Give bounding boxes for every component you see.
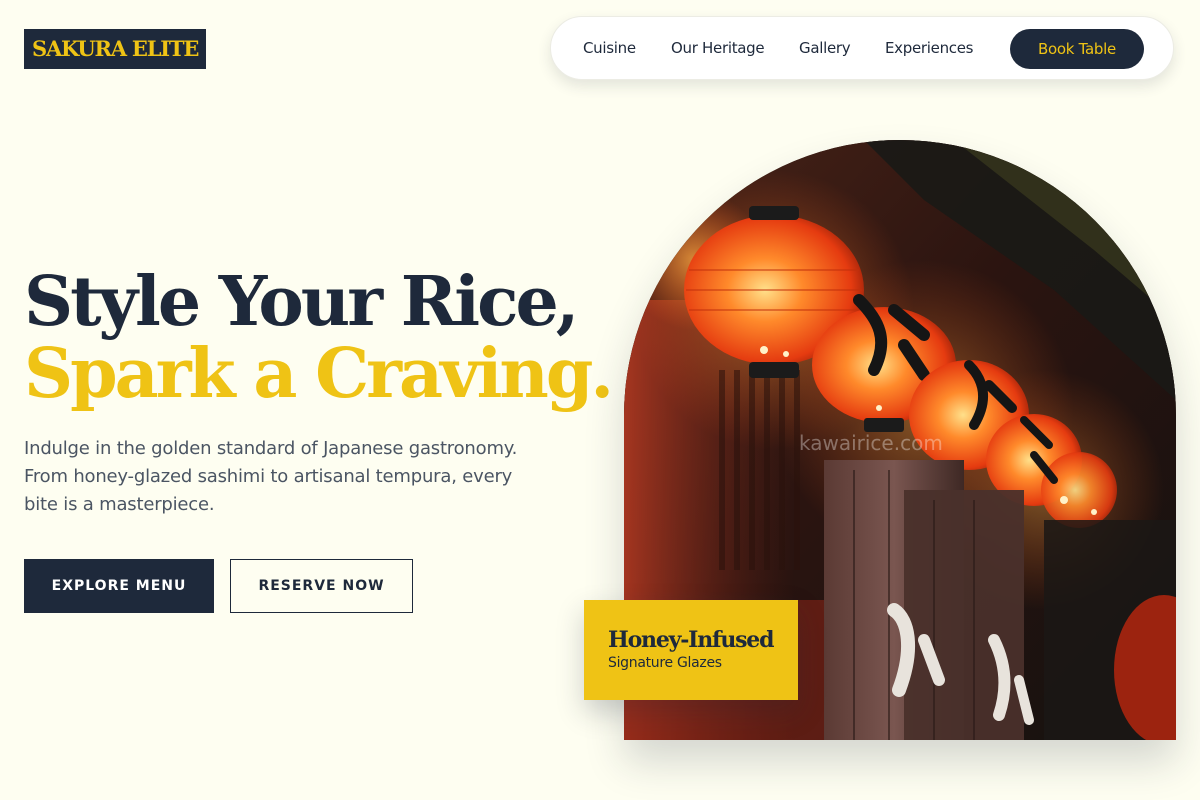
hero-title: Style Your Rice, Spark a Craving.: [24, 262, 614, 414]
honey-infused-badge: Honey-Infused Signature Glazes: [584, 600, 798, 700]
nav-link-our-heritage[interactable]: Our Heritage: [671, 17, 765, 79]
hero-title-line-1: Style Your Rice,: [24, 262, 579, 342]
hero-description: Indulge in the golden standard of Japane…: [24, 438, 518, 515]
explore-menu-button[interactable]: EXPLORE MENU: [24, 559, 214, 613]
image-watermark: kawairice.com: [799, 431, 943, 455]
badge-title: Honey-Infused: [608, 627, 774, 653]
page: SAKURA ELITE Cuisine Our Heritage Galler…: [0, 0, 1200, 800]
brand-logo[interactable]: SAKURA ELITE: [24, 29, 207, 69]
book-table-button[interactable]: Book Table: [1010, 29, 1144, 69]
nav-link-gallery[interactable]: Gallery: [799, 17, 851, 79]
badge-subtitle: Signature Glazes: [608, 655, 722, 671]
hero-title-line-2: Spark a Craving.: [24, 334, 614, 414]
nav-link-cuisine[interactable]: Cuisine: [583, 17, 636, 79]
main-nav: Cuisine Our Heritage Gallery Experiences…: [550, 16, 1174, 80]
reserve-now-button[interactable]: RESERVE NOW: [230, 559, 413, 613]
nav-link-experiences[interactable]: Experiences: [885, 17, 973, 79]
